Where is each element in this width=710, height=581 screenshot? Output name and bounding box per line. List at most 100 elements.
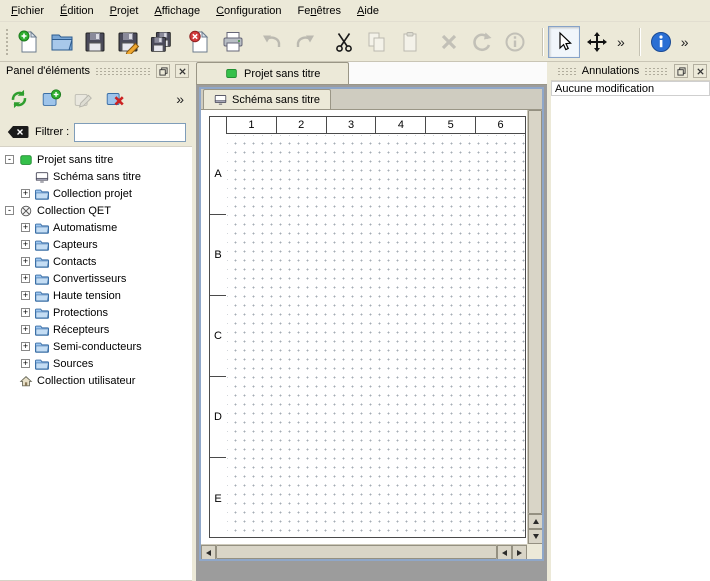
scroll-left-icon [502, 550, 507, 556]
reload-collections-button[interactable] [5, 85, 33, 113]
save-button[interactable] [79, 26, 111, 58]
toolbar-separator [639, 28, 641, 56]
tree-item-label: Convertisseurs [53, 273, 126, 285]
tree-item-capteurs[interactable]: + Capteurs [0, 236, 192, 253]
tree-item-convertisseurs[interactable]: + Convertisseurs [0, 270, 192, 287]
expand-icon[interactable]: + [21, 189, 30, 198]
panel-toolbar-overflow-button[interactable]: » [173, 84, 187, 114]
undo-button [256, 26, 288, 58]
column-header: 5 [426, 117, 476, 133]
toolbar-overflow-button[interactable]: » [678, 27, 692, 57]
tab-schema-sans-titre[interactable]: Schéma sans titre [203, 89, 331, 109]
expand-icon[interactable]: + [21, 342, 30, 351]
open-folder-icon [50, 30, 74, 54]
vertical-scrollbar [527, 110, 542, 544]
tree-item-semi-conducteurs[interactable]: + Semi-conducteurs [0, 338, 192, 355]
row-header: C [210, 296, 226, 377]
scroll-left-icon [206, 550, 211, 556]
clear-filter-button[interactable] [6, 124, 30, 140]
scroll-up-button[interactable] [528, 514, 542, 529]
elements-tree: - Projet sans titre Schéma sans titre + … [0, 146, 192, 581]
edit-pencil-icon [72, 88, 94, 110]
expand-icon[interactable]: + [21, 325, 30, 334]
visualisation-mode-button[interactable] [581, 26, 613, 58]
new-project-button[interactable] [13, 26, 45, 58]
tree-item-protections[interactable]: + Protections [0, 304, 192, 321]
collapse-icon[interactable]: - [5, 206, 14, 215]
qelectrotech-window: Fichier Édition Projet Affichage Configu… [0, 0, 710, 581]
tree-item-automatisme[interactable]: + Automatisme [0, 219, 192, 236]
menu-affichage[interactable]: Affichage [146, 2, 208, 20]
expand-icon[interactable]: + [21, 291, 30, 300]
scroll-right-icon [517, 550, 522, 556]
float-icon [159, 67, 168, 76]
scroll-right-button[interactable] [512, 545, 527, 559]
tree-item-collection-utilisateur[interactable]: Collection utilisateur [0, 372, 192, 389]
save-as-button[interactable] [112, 26, 144, 58]
mdi-area: Schéma sans titre 1 2 3 4 5 [196, 85, 547, 581]
tab-projet-sans-titre[interactable]: Projet sans titre [196, 62, 349, 84]
undo-history-item[interactable]: Aucune modification [551, 81, 710, 96]
diagram-canvas[interactable]: 1 2 3 4 5 6 A B C [201, 110, 527, 544]
tree-item-collection-projet[interactable]: + Collection projet [0, 185, 192, 202]
collapse-icon[interactable]: - [5, 155, 14, 164]
save-all-button[interactable] [145, 26, 177, 58]
row-header: A [210, 134, 226, 215]
folder-icon [34, 186, 49, 201]
close-icon [178, 67, 187, 76]
close-dock-button[interactable] [175, 64, 189, 78]
expand-icon[interactable]: + [21, 308, 30, 317]
scroll-down-button[interactable] [528, 529, 542, 544]
horizontal-scrollbar-thumb[interactable] [216, 545, 497, 559]
print-button[interactable] [217, 26, 249, 58]
schema-icon [34, 169, 49, 184]
close-project-button[interactable] [184, 26, 216, 58]
expand-icon[interactable]: + [21, 359, 30, 368]
menu-projet[interactable]: Projet [102, 2, 147, 20]
menu-edition[interactable]: Édition [52, 2, 102, 20]
tree-item-label: Protections [53, 307, 108, 319]
menu-aide[interactable]: Aide [349, 2, 387, 20]
scroll-left-button[interactable] [201, 545, 216, 559]
tree-item-haute-tension[interactable]: + Haute tension [0, 287, 192, 304]
project-icon [18, 152, 33, 167]
tree-item-projet-sans-titre[interactable]: - Projet sans titre [0, 151, 192, 168]
toolbar-overflow-button[interactable]: » [614, 27, 628, 57]
new-element-button[interactable] [37, 85, 65, 113]
grid-paper[interactable] [227, 135, 525, 537]
vertical-scrollbar-thumb[interactable] [528, 110, 542, 514]
new-document-icon [17, 30, 41, 54]
filter-input[interactable] [74, 123, 186, 142]
menu-configuration[interactable]: Configuration [208, 2, 289, 20]
delete-element-button[interactable] [101, 85, 129, 113]
home-icon [18, 373, 33, 388]
float-dock-button[interactable] [156, 64, 170, 78]
toolbar-grip[interactable] [5, 28, 10, 56]
menu-fichier[interactable]: Fichier [3, 2, 52, 20]
expand-icon[interactable]: + [21, 240, 30, 249]
undo-panel-dock: Annulations Aucune modification [551, 62, 710, 581]
filter-label: Filtrer : [35, 126, 69, 138]
selection-mode-button[interactable] [548, 26, 580, 58]
tree-item-recepteurs[interactable]: + Récepteurs [0, 321, 192, 338]
scroll-left-button[interactable] [497, 545, 512, 559]
close-dock-button[interactable] [693, 64, 707, 78]
about-button[interactable] [645, 26, 677, 58]
tree-item-sources[interactable]: + Sources [0, 355, 192, 372]
expand-icon[interactable]: + [21, 274, 30, 283]
float-dock-button[interactable] [674, 64, 688, 78]
cut-button[interactable] [328, 26, 360, 58]
expand-icon[interactable]: + [21, 257, 30, 266]
expand-icon[interactable]: + [21, 223, 30, 232]
delete-element-icon [104, 88, 126, 110]
tree-item-schema-sans-titre[interactable]: Schéma sans titre [0, 168, 192, 185]
floppy-pencil-icon [116, 30, 140, 54]
open-project-button[interactable] [46, 26, 78, 58]
project-tab-bar: Projet sans titre [196, 62, 547, 85]
schema-tab-label: Schéma sans titre [232, 94, 320, 106]
tree-item-contacts[interactable]: + Contacts [0, 253, 192, 270]
menu-fenetres[interactable]: Fenêtres [290, 2, 349, 20]
dock-title-texture [557, 67, 577, 76]
rotate-button [466, 26, 498, 58]
tree-item-collection-qet[interactable]: - Collection QET [0, 202, 192, 219]
